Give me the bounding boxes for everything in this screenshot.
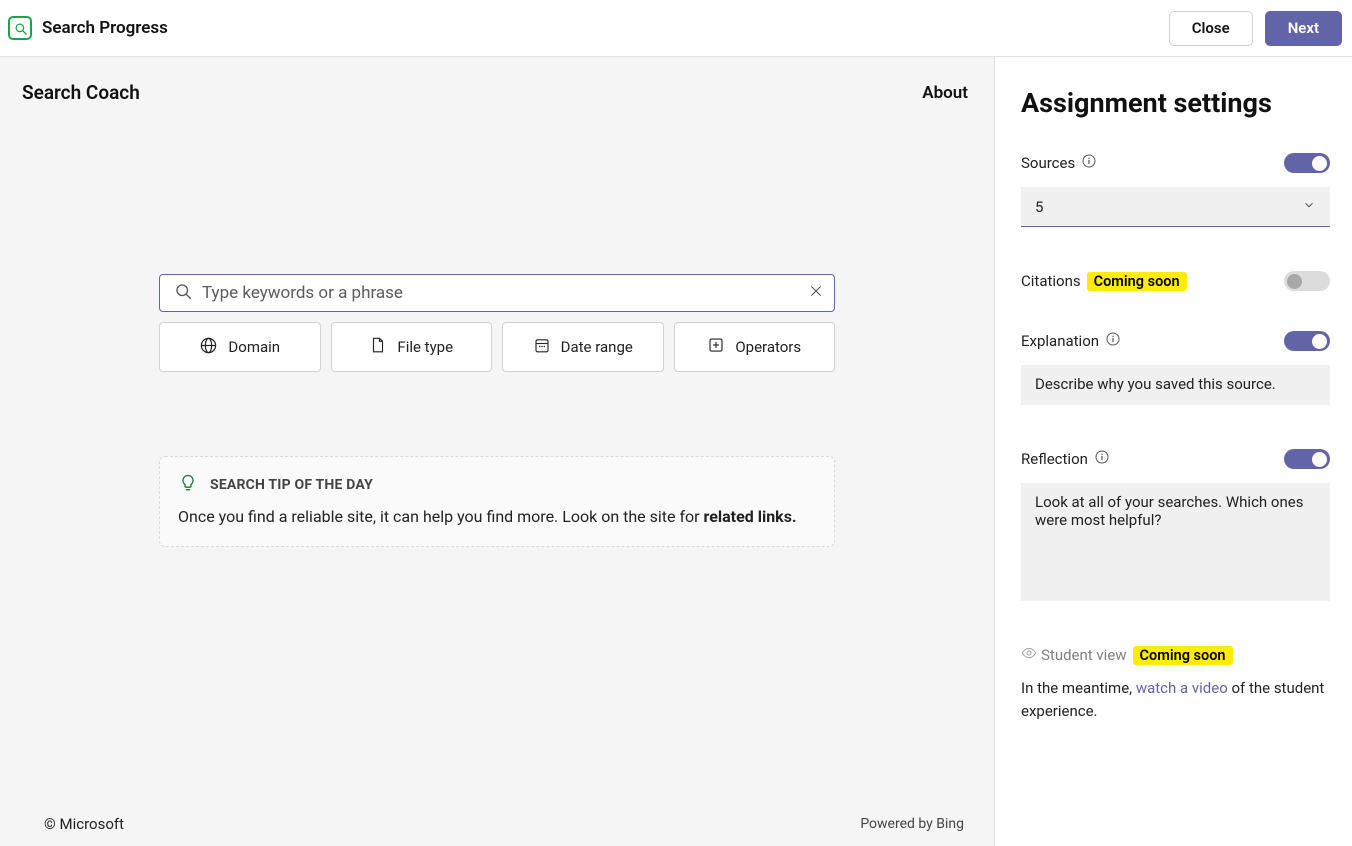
watch-video-link[interactable]: watch a video	[1136, 679, 1228, 697]
search-icon	[174, 282, 192, 304]
citations-coming-soon-badge: Coming soon	[1087, 272, 1187, 291]
tip-heading: SEARCH TIP OF THE DAY	[210, 477, 373, 493]
filter-daterange-button[interactable]: Date range	[502, 322, 664, 372]
info-icon[interactable]	[1094, 449, 1110, 469]
filter-operators-label: Operators	[735, 338, 801, 356]
close-button[interactable]: Close	[1169, 11, 1253, 46]
filter-daterange-label: Date range	[561, 338, 633, 356]
sources-label: Sources	[1021, 154, 1075, 172]
filter-filetype-label: File type	[397, 338, 453, 356]
file-icon	[369, 336, 387, 358]
app-logo-icon	[8, 16, 32, 40]
lightbulb-icon	[178, 473, 198, 497]
explanation-text-field[interactable]: Describe why you saved this source.	[1021, 365, 1330, 405]
info-icon[interactable]	[1105, 331, 1121, 351]
eye-icon	[1021, 645, 1037, 665]
citations-toggle	[1284, 271, 1330, 291]
search-input[interactable]	[202, 283, 808, 303]
reflection-text-field[interactable]: Look at all of your searches. Which ones…	[1021, 483, 1330, 601]
app-title: Search Progress	[42, 18, 168, 38]
student-view-label: Student view	[1041, 646, 1127, 664]
calendar-icon	[533, 336, 551, 358]
reflection-label: Reflection	[1021, 450, 1088, 468]
student-view-coming-soon-badge: Coming soon	[1133, 646, 1233, 665]
citations-label: Citations	[1021, 272, 1081, 290]
main-title: Search Coach	[22, 81, 140, 104]
student-view-helper-text: In the meantime, watch a video of the st…	[1021, 677, 1330, 724]
search-box[interactable]	[159, 274, 835, 312]
explanation-toggle[interactable]	[1284, 331, 1330, 351]
sources-toggle[interactable]	[1284, 153, 1330, 173]
globe-icon	[199, 336, 218, 359]
footer: © Microsoft Powered by Bing	[0, 802, 994, 846]
copyright-text: © Microsoft	[44, 815, 124, 833]
tip-body: Once you find a reliable site, it can he…	[178, 507, 816, 526]
about-link[interactable]: About	[922, 83, 968, 103]
reflection-toggle[interactable]	[1284, 449, 1330, 469]
plus-square-icon	[707, 336, 725, 358]
powered-by-text: Powered by Bing	[860, 816, 964, 832]
next-button[interactable]: Next	[1265, 11, 1342, 46]
tip-card: SEARCH TIP OF THE DAY Once you find a re…	[159, 456, 835, 547]
chevron-down-icon	[1302, 197, 1316, 216]
info-icon[interactable]	[1081, 153, 1097, 173]
settings-title: Assignment settings	[1021, 87, 1330, 119]
titlebar: Search Progress Close Next	[0, 0, 1352, 57]
sources-select[interactable]: 5	[1021, 187, 1330, 227]
filter-domain-button[interactable]: Domain	[159, 322, 321, 372]
main-panel: Search Coach About	[0, 57, 994, 846]
clear-icon[interactable]	[808, 283, 824, 303]
filter-domain-label: Domain	[228, 338, 280, 356]
filter-operators-button[interactable]: Operators	[674, 322, 836, 372]
filter-filetype-button[interactable]: File type	[331, 322, 493, 372]
sources-select-value: 5	[1035, 198, 1043, 216]
settings-sidebar: Assignment settings Sources 5 Citations …	[994, 57, 1352, 846]
explanation-label: Explanation	[1021, 332, 1099, 350]
